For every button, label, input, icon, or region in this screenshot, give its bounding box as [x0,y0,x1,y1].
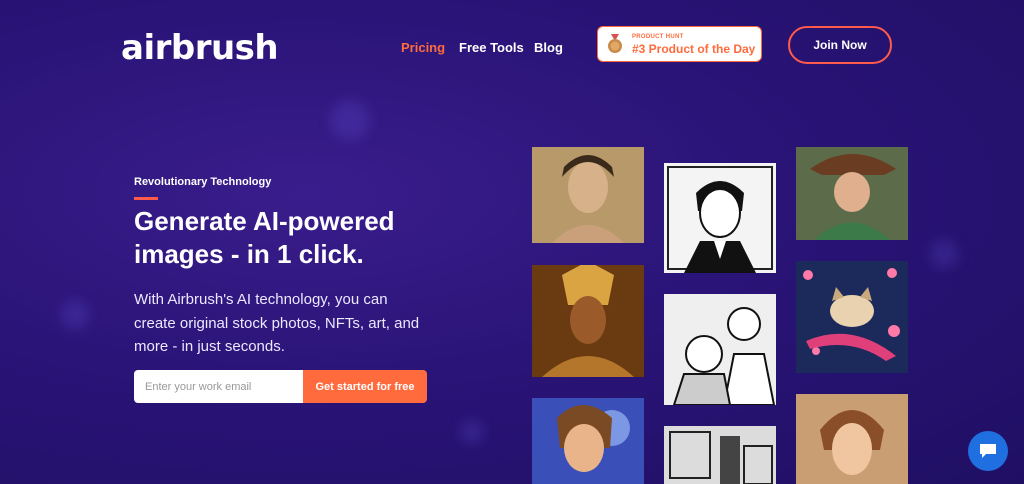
nav-blog[interactable]: Blog [534,40,563,55]
product-hunt-rank: #3 Product of the Day [632,42,756,56]
bokeh-decoration [460,420,484,444]
airbrush-logo[interactable]: airbrush [121,28,279,68]
gallery-image-grumpy-cat[interactable] [796,261,908,373]
gallery-image-comic-kids[interactable] [664,294,776,405]
bokeh-decoration [60,300,90,330]
gallery-image-woman-portrait[interactable] [796,394,908,484]
nav-pricing[interactable]: Pricing [401,40,445,55]
medal-icon [608,34,622,53]
gallery-image-cartoon-girl[interactable] [532,398,644,484]
gallery-image-sketch-interior[interactable] [664,426,776,484]
hero-kicker: Revolutionary Technology [134,176,272,188]
product-hunt-label: PRODUCT HUNT [632,34,684,40]
join-now-button[interactable]: Join Now [788,26,892,64]
desc-line-3: more - in just seconds. [134,338,285,355]
desc-line-1: With Airbrush's AI technology, you can [134,291,388,308]
desc-line-2: create original stock photos, NFTs, art,… [134,314,420,332]
gallery-image-woman-hat[interactable] [796,147,908,240]
gallery-image-golden-warrior[interactable] [532,265,644,377]
headline-line-2: images - in 1 click. [134,239,364,269]
gallery-image-sketch-man[interactable] [664,163,776,273]
hero-description: With Airbrush's AI technology, you can c… [134,288,454,359]
chat-bubble-icon [980,444,996,458]
product-hunt-badge[interactable]: PRODUCT HUNT #3 Product of the Day [597,26,762,62]
get-started-button[interactable]: Get started for free [303,370,427,403]
nav-free-tools[interactable]: Free Tools [459,40,524,55]
kicker-underline [134,197,158,200]
gallery-image-portrait-woman[interactable] [532,147,644,243]
bokeh-decoration [330,100,370,140]
email-input[interactable] [134,370,303,403]
site-header: airbrush Pricing Free Tools Blog PRODUCT… [0,0,1024,92]
bokeh-decoration [930,240,958,268]
chat-widget-button[interactable] [968,431,1008,471]
hero-headline: Generate AI-powered images - in 1 click. [134,205,454,271]
headline-line-1: Generate AI-powered [134,206,395,236]
